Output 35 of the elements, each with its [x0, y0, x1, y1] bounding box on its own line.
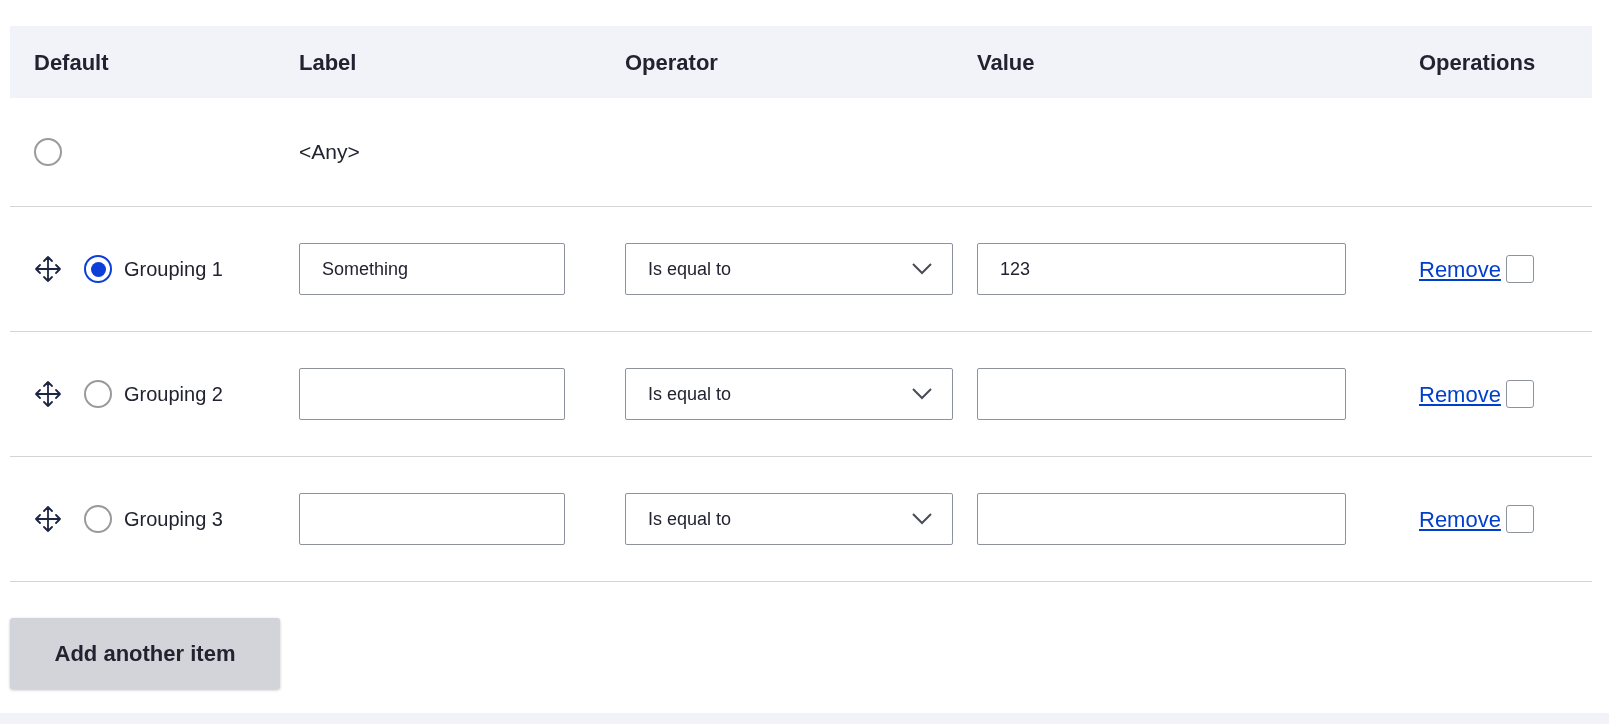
column-header: Label: [299, 48, 358, 77]
column-header: Operator: [625, 48, 719, 77]
label-input[interactable]: [299, 493, 565, 545]
operator-select[interactable]: Is equal to: [625, 368, 953, 420]
value-input[interactable]: [977, 368, 1346, 420]
label-input[interactable]: [299, 368, 565, 420]
any-label: <Any>: [299, 139, 361, 166]
chevron-down-icon: [912, 388, 932, 400]
remove-checkbox[interactable]: [1505, 380, 1534, 408]
remove-checkbox[interactable]: [1505, 505, 1534, 533]
remove-checkbox[interactable]: [1505, 255, 1534, 283]
column-header: Operations: [1419, 48, 1537, 77]
label-input[interactable]: Something: [299, 243, 565, 295]
radio-button[interactable]: [34, 138, 62, 166]
remove-link[interactable]: Remove: [1419, 502, 1501, 536]
value-input[interactable]: 123: [977, 243, 1346, 295]
grouping-label: Grouping 1: [124, 257, 223, 282]
chevron-down-icon: [912, 513, 932, 525]
radio-button[interactable]: [84, 505, 112, 533]
remove-link[interactable]: Remove: [1419, 377, 1501, 411]
move-icon[interactable]: [34, 255, 62, 283]
move-icon[interactable]: [34, 380, 62, 408]
move-icon[interactable]: [34, 505, 62, 533]
column-header: Value: [977, 48, 1036, 77]
chevron-down-icon: [912, 263, 932, 275]
operator-select[interactable]: Is equal to: [625, 243, 953, 295]
remove-link[interactable]: Remove: [1419, 252, 1501, 286]
grouping-label: Grouping 2: [124, 382, 223, 407]
grouping-label: Grouping 3: [124, 507, 223, 532]
column-header: Default: [34, 48, 110, 77]
add-another-item-button[interactable]: Add another item: [10, 618, 280, 689]
operator-select[interactable]: Is equal to: [625, 493, 953, 545]
value-input[interactable]: [977, 493, 1346, 545]
radio-button[interactable]: [84, 380, 112, 408]
radio-button[interactable]: [84, 255, 112, 283]
